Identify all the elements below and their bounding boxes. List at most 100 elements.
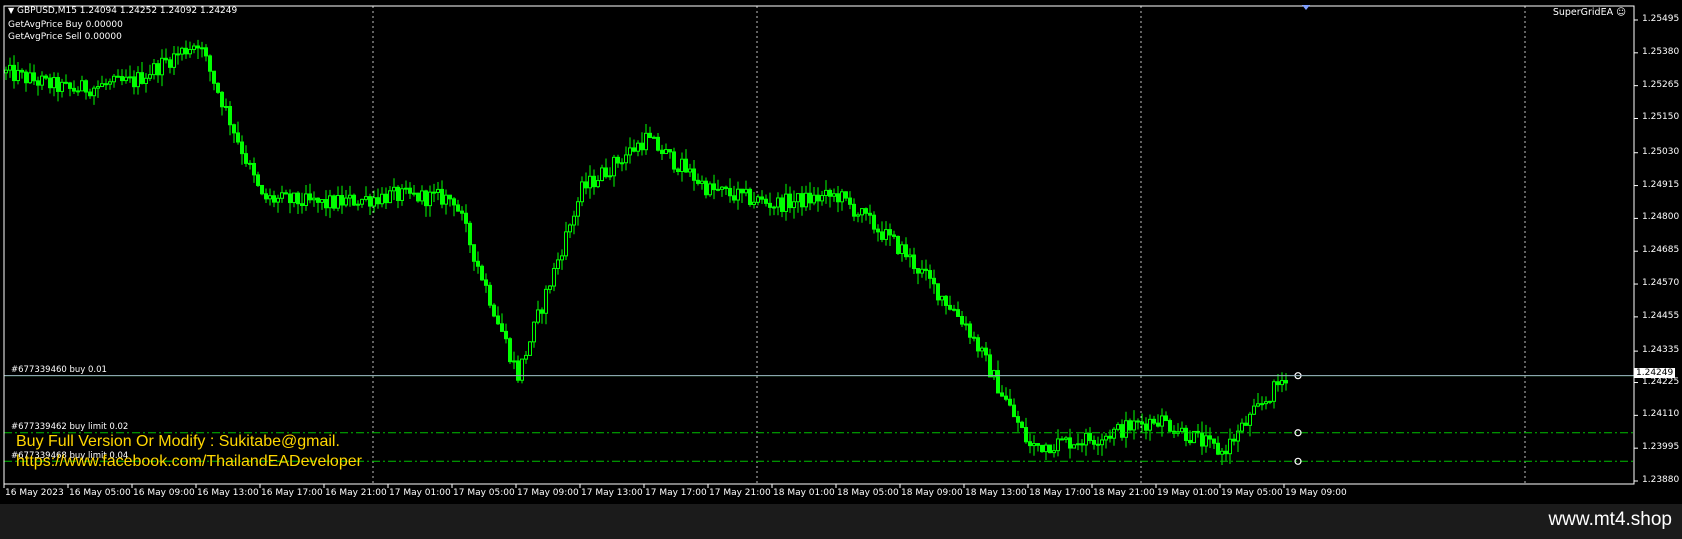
candle-body — [152, 63, 156, 76]
candle-body — [820, 195, 824, 202]
candle-body — [440, 188, 444, 205]
order-label-buy-limit-1[interactable]: #677339462 buy limit 0.02 — [11, 422, 128, 432]
candle-body — [1048, 444, 1052, 454]
candle-body — [704, 180, 708, 196]
time-tick-label: 17 May 13:00 — [581, 488, 643, 498]
candle-body — [124, 76, 128, 82]
symbol-info[interactable]: ▼ GBPUSD,M15 1.24094 1.24252 1.24092 1.2… — [8, 6, 237, 16]
candle-body — [888, 229, 892, 236]
candle-body — [692, 168, 696, 181]
time-tick-label: 16 May 09:00 — [133, 488, 195, 498]
candle-body — [56, 77, 60, 92]
candle-body — [48, 77, 52, 89]
candle-body — [896, 235, 900, 255]
time-tick-label: 19 May 09:00 — [1285, 488, 1347, 498]
candle-body — [1140, 421, 1144, 425]
candle-body — [944, 295, 948, 306]
candle-body — [1060, 438, 1064, 441]
candle-body — [76, 90, 80, 93]
candle-body — [1016, 416, 1020, 423]
candle-body — [1164, 415, 1168, 422]
candle-body — [300, 203, 304, 206]
candle-body — [780, 197, 784, 212]
candle-body — [1012, 404, 1016, 418]
expert-advisor-label[interactable]: SuperGridEA ☺ — [1553, 7, 1626, 18]
candle-body — [160, 57, 164, 76]
candle-body — [988, 354, 992, 378]
candle-body — [1248, 413, 1252, 426]
candle-body — [776, 197, 780, 208]
candle-body — [732, 195, 736, 201]
candle-body — [324, 199, 328, 209]
price-tick-label: 1.24800 — [1642, 212, 1680, 223]
candle-body — [580, 181, 584, 203]
candle-body — [784, 193, 788, 212]
candle-body — [1128, 420, 1132, 431]
candle-body — [1272, 381, 1276, 402]
candle-body — [828, 189, 832, 197]
candle-body — [416, 192, 420, 202]
candle-body — [1232, 438, 1236, 442]
candle-body — [212, 70, 216, 84]
candle-body — [872, 214, 876, 230]
candle-series — [4, 39, 1288, 465]
candle-body — [36, 80, 40, 86]
chart-window[interactable]: ▼ GBPUSD,M15 1.24094 1.24252 1.24092 1.2… — [0, 0, 1682, 504]
candle-body — [1124, 420, 1128, 438]
candle-body — [232, 124, 236, 134]
candle-body — [600, 167, 604, 182]
candle-body — [1096, 443, 1100, 446]
candle-body — [1184, 427, 1188, 441]
price-tick-label: 1.23995 — [1642, 442, 1680, 453]
time-tick-label: 17 May 09:00 — [517, 488, 579, 498]
candle-body — [576, 201, 580, 217]
time-tick-label: 18 May 17:00 — [1029, 488, 1091, 498]
candle-body — [964, 323, 968, 326]
candle-body — [616, 156, 620, 164]
candle-body — [792, 201, 796, 209]
candle-body — [4, 69, 8, 74]
candle-body — [88, 91, 92, 97]
candle-body — [96, 86, 100, 89]
candle-body — [396, 186, 400, 201]
candle-body — [1040, 444, 1044, 453]
candle-body — [672, 151, 676, 170]
candle-body — [628, 147, 632, 156]
ea-name-text: SuperGridEA — [1552, 7, 1614, 18]
time-tick-label: 16 May 17:00 — [261, 488, 323, 498]
smiley-icon[interactable]: ☺ — [1616, 7, 1626, 18]
price-chart-canvas[interactable] — [0, 0, 1682, 504]
candle-body — [404, 187, 408, 190]
candle-body — [1076, 443, 1080, 446]
candle-body — [472, 244, 476, 262]
candle-body — [940, 295, 944, 301]
candle-body — [508, 338, 512, 363]
current-price-tag: 1.24249 — [1634, 368, 1676, 378]
candle-body — [592, 175, 596, 188]
candle-body — [1004, 395, 1008, 400]
candle-body — [876, 228, 880, 233]
indicator-avg-buy: GetAvgPrice Buy 0.00000 — [8, 20, 123, 30]
candle-body — [372, 197, 376, 207]
candle-body — [1092, 439, 1096, 445]
candle-body — [1200, 432, 1204, 447]
candle-body — [148, 74, 152, 79]
candle-body — [172, 53, 176, 68]
candle-body — [200, 47, 204, 50]
candle-body — [288, 193, 292, 204]
candle-body — [668, 149, 672, 153]
promo-facebook-link[interactable]: https://www.facebook.com/ThailandEADevel… — [16, 453, 362, 471]
order-label-buy[interactable]: #677339460 buy 0.01 — [11, 365, 107, 375]
candle-body — [296, 192, 300, 205]
candle-body — [884, 229, 888, 240]
chevron-down-icon[interactable]: ▼ — [8, 6, 14, 15]
candle-body — [164, 57, 168, 61]
price-tick-label: 1.24455 — [1642, 310, 1680, 321]
time-tick-label: 16 May 05:00 — [69, 488, 131, 498]
price-tick-label: 1.24110 — [1642, 409, 1680, 420]
time-tick-label: 19 May 05:00 — [1221, 488, 1283, 498]
candle-body — [716, 188, 720, 191]
candle-body — [480, 265, 484, 281]
candle-body — [252, 163, 256, 176]
candle-body — [1108, 435, 1112, 439]
